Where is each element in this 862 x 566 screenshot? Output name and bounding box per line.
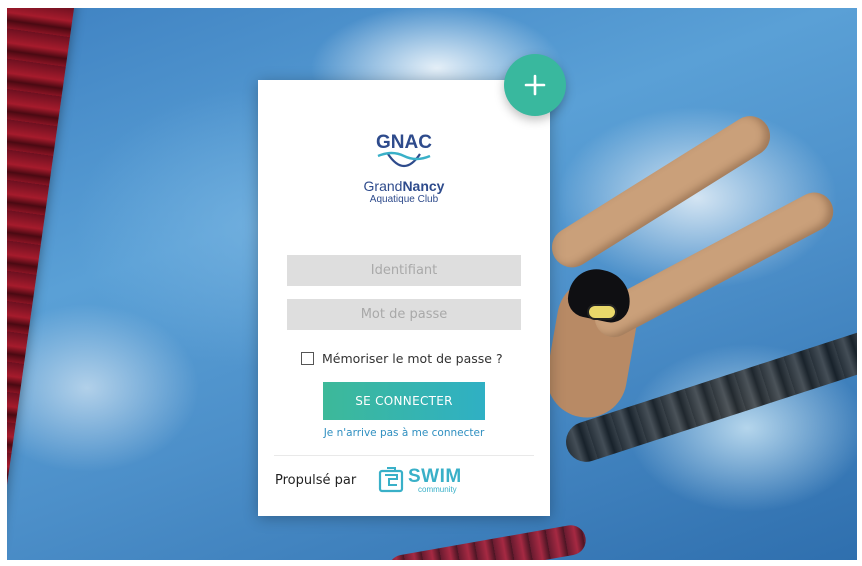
- remember-checkbox[interactable]: [301, 352, 314, 365]
- swim-brand-word: SWIM: [408, 465, 462, 487]
- forgot-login-link[interactable]: Je n'arrive pas à me connecter: [258, 427, 550, 439]
- swim-community-icon: [378, 467, 404, 493]
- club-acronym: GNAC: [376, 132, 432, 153]
- lane-rope-red-bottom: [385, 522, 589, 560]
- login-card: GNAC GrandNancy Aquatique Club Mémoriser…: [258, 80, 550, 516]
- add-button[interactable]: [504, 54, 566, 116]
- remember-password-toggle[interactable]: Mémoriser le mot de passe ?: [301, 351, 503, 366]
- swim-community-logo[interactable]: SWIM community: [378, 465, 462, 495]
- club-subtitle: Aquatique Club: [369, 194, 439, 205]
- plus-icon: [524, 74, 546, 96]
- powered-by-label: Propulsé par: [275, 473, 357, 488]
- swimmer-goggles: [587, 304, 617, 320]
- lane-rope-red: [7, 8, 79, 560]
- login-button[interactable]: SE CONNECTER: [323, 382, 485, 420]
- username-input[interactable]: [287, 255, 521, 286]
- club-name: GrandNancy: [258, 178, 550, 194]
- club-emblem-icon: GNAC: [376, 132, 432, 168]
- club-name-light: Grand: [363, 178, 403, 194]
- club-name-bold: Nancy: [402, 178, 445, 194]
- password-input[interactable]: [287, 299, 521, 330]
- club-logo: GNAC GrandNancy Aquatique Club: [258, 126, 550, 206]
- swim-brand-sub: community: [418, 484, 457, 494]
- divider: [274, 455, 534, 456]
- remember-label: Mémoriser le mot de passe ?: [322, 351, 503, 366]
